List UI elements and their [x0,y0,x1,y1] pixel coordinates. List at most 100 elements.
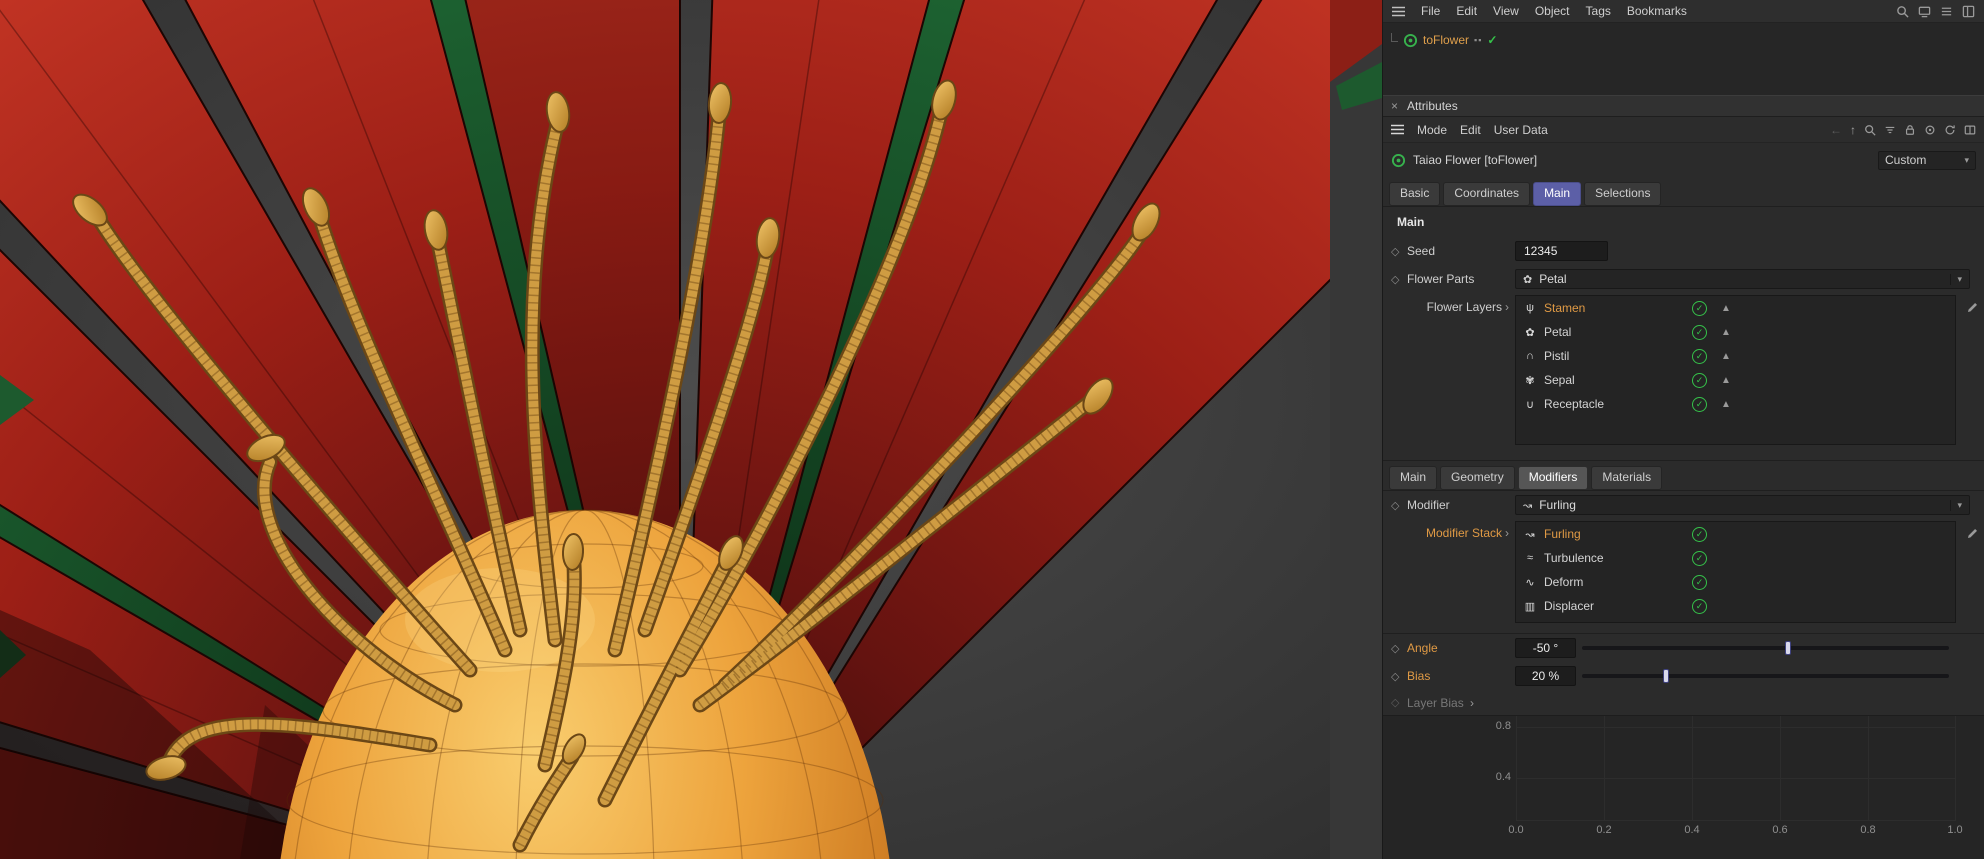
layer-item-sepal[interactable]: ✾ Sepal ✓ ▲ [1516,368,1955,392]
x-axis-tick: 0.4 [1684,824,1700,836]
viewport-3d[interactable] [0,0,1382,859]
tab-coordinates[interactable]: Coordinates [1443,182,1531,206]
y-axis-tick: 0.4 [1495,771,1511,783]
chevron-right-icon: › [1505,300,1509,314]
tab-main[interactable]: Main [1533,182,1582,206]
modifier-stack-label[interactable]: Modifier Stack › [1391,521,1515,633]
modifier-item-furling[interactable]: ↝ Furling ✓ [1516,522,1955,546]
layer-enabled-icon[interactable]: ✓ [1692,348,1707,364]
angle-slider[interactable] [1582,641,1949,655]
menu-mode[interactable]: Mode [1417,123,1447,137]
flower-parts-dropdown[interactable]: ✿ Petal ▾ [1515,269,1970,289]
search-object-icon[interactable] [1864,124,1876,136]
tab-materials[interactable]: Materials [1591,466,1663,490]
keyframe-diamond-icon[interactable]: ◇ [1391,642,1407,655]
refresh-icon[interactable] [1944,124,1956,136]
bias-row: ◇ Bias 20 % [1383,662,1984,690]
edit-pencil-icon[interactable] [1967,301,1979,313]
modifier-item-deform[interactable]: ∿ Deform ✓ [1516,570,1955,594]
layout-icon[interactable] [1962,5,1975,18]
seed-input[interactable]: 12345 [1515,241,1608,261]
tab-basic[interactable]: Basic [1389,182,1441,206]
layer-bias-graph[interactable]: 0.8 0.4 0.0 0.2 0.4 0.6 0.8 1.0 [1383,715,1984,859]
preset-value: Custom [1885,153,1927,167]
layer-enabled-icon[interactable]: ✓ [1692,324,1707,340]
menu-bookmarks[interactable]: Bookmarks [1627,4,1687,18]
modifier-enabled-icon[interactable]: ✓ [1692,526,1707,542]
preset-dropdown[interactable]: Custom ▾ [1878,150,1976,170]
angle-slider-handle[interactable] [1784,641,1791,655]
lock-icon[interactable] [1904,124,1916,136]
layer-state-triangle-icon[interactable]: ▲ [1721,375,1731,386]
monitor-icon[interactable] [1918,5,1931,18]
menu-tags[interactable]: Tags [1586,4,1611,18]
bias-value-input[interactable]: 20 % [1515,666,1576,686]
tab-sub-main[interactable]: Main [1389,466,1438,490]
layer-item-pistil[interactable]: ∩ Pistil ✓ ▲ [1516,344,1955,368]
search-icon[interactable] [1896,5,1909,18]
tab-selections[interactable]: Selections [1584,182,1662,206]
attributes-title: Attributes [1407,99,1458,113]
tab-geometry[interactable]: Geometry [1440,466,1515,490]
grid-line [1780,716,1781,820]
layer-item-stamen[interactable]: ψ Stamen ✓ ▲ [1516,296,1955,320]
filter-icon[interactable] [1884,124,1896,136]
x-axis-tick: 0.2 [1596,824,1612,836]
object-item-toflower[interactable]: toFlower ▪▪ ✓ [1389,30,1978,50]
bias-slider[interactable] [1582,669,1949,683]
menu-view[interactable]: View [1493,4,1519,18]
layer-state-triangle-icon[interactable]: ▲ [1721,351,1731,362]
keyframe-circle-icon[interactable] [1924,124,1936,136]
edit-pencil-icon[interactable] [1967,527,1979,539]
menu-user-data[interactable]: User Data [1494,123,1548,137]
enabled-check-icon[interactable]: ✓ [1487,33,1497,47]
attributes-panel: File Edit View Object Tags Bookmarks toF… [1382,0,1984,859]
displacer-icon: ▥ [1524,600,1536,613]
layer-state-triangle-icon[interactable]: ▲ [1721,303,1731,314]
layer-tag-icon[interactable]: ▪▪ [1474,35,1482,45]
layer-item-receptacle[interactable]: ∪ Receptacle ✓ ▲ [1516,392,1955,416]
keyframe-diamond-icon[interactable]: ◇ [1391,696,1407,709]
keyframe-diamond-icon[interactable]: ◇ [1391,670,1407,683]
chevron-down-icon: ▾ [1964,154,1969,165]
keyframe-diamond-icon[interactable]: ◇ [1391,499,1407,512]
angle-value-input[interactable]: -50 ° [1515,638,1576,658]
modifier-item-turbulence[interactable]: ≈ Turbulence ✓ [1516,546,1955,570]
hamburger-menu-icon[interactable] [1392,6,1405,17]
x-axis-tick: 0.8 [1860,824,1876,836]
angle-label: Angle [1407,641,1438,655]
close-panel-icon[interactable]: × [1391,99,1398,113]
history-back-icon[interactable]: ← [1830,123,1842,137]
grid-line [1516,820,1956,821]
menu-edit[interactable]: Edit [1456,4,1477,18]
furling-icon: ↝ [1523,499,1533,512]
modifier-item-displacer[interactable]: ▥ Displacer ✓ [1516,594,1955,618]
tab-modifiers[interactable]: Modifiers [1517,466,1589,490]
layer-state-triangle-icon[interactable]: ▲ [1721,399,1731,410]
parent-up-icon[interactable]: ↑ [1850,123,1856,137]
modifier-enabled-icon[interactable]: ✓ [1692,598,1707,614]
layer-enabled-icon[interactable]: ✓ [1692,372,1707,388]
layer-enabled-icon[interactable]: ✓ [1692,300,1707,316]
keyframe-diamond-icon[interactable]: ◇ [1391,273,1407,286]
bias-slider-handle[interactable] [1663,669,1670,683]
layer-state-triangle-icon[interactable]: ▲ [1721,327,1731,338]
layer-bias-label[interactable]: Layer Bias › [1407,696,1515,710]
layer-enabled-icon[interactable]: ✓ [1692,396,1707,412]
x-axis-tick: 0.0 [1508,824,1524,836]
menu-attr-edit[interactable]: Edit [1460,123,1481,137]
object-name[interactable]: toFlower [1423,33,1469,47]
modifier-enabled-icon[interactable]: ✓ [1692,550,1707,566]
panel-split-icon[interactable] [1964,124,1976,136]
layer-item-petal[interactable]: ✿ Petal ✓ ▲ [1516,320,1955,344]
menu-file[interactable]: File [1421,4,1440,18]
attributes-header: × Attributes [1383,95,1984,117]
modifier-enabled-icon[interactable]: ✓ [1692,574,1707,590]
list-icon[interactable] [1940,5,1953,18]
keyframe-diamond-icon[interactable]: ◇ [1391,245,1407,258]
modifier-dropdown[interactable]: ↝ Furling ▾ [1515,495,1970,515]
flower-layers-label[interactable]: Flower Layers › [1391,295,1515,460]
attributes-hamburger-icon[interactable] [1391,124,1404,135]
menu-object[interactable]: Object [1535,4,1570,18]
bias-label: Bias [1407,669,1431,683]
